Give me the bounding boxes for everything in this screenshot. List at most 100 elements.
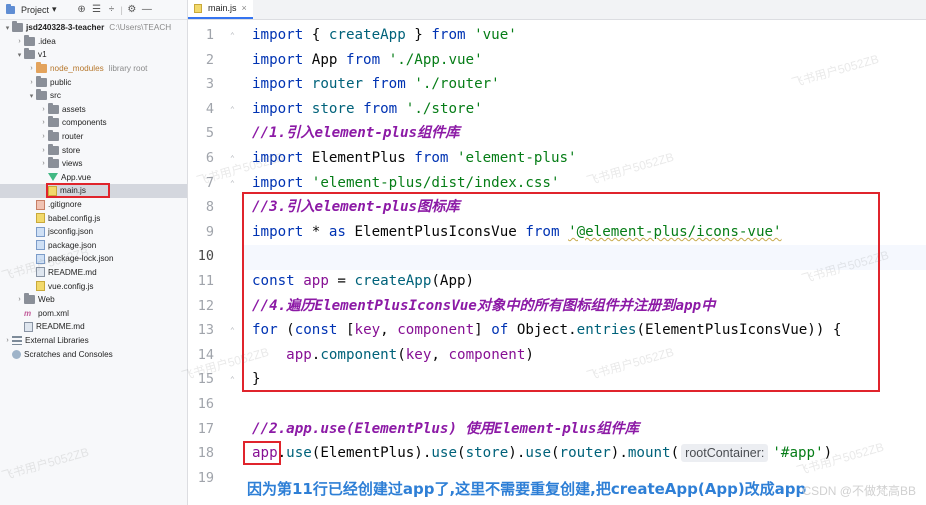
code-token: ] (474, 322, 492, 339)
tree-item[interactable]: › assets (0, 102, 187, 117)
tree-item[interactable]: › Web (0, 293, 187, 307)
tree-item[interactable]: main.js (0, 183, 187, 199)
line-number: 12 (197, 297, 214, 314)
tree-item[interactable]: package-lock.json (0, 252, 187, 266)
chevron-right-icon[interactable]: › (27, 65, 36, 72)
code-token: app (252, 445, 278, 462)
code-token: , (380, 322, 398, 339)
fold-marker-icon[interactable]: ⌃ (230, 105, 235, 114)
chevron-right-icon[interactable]: › (39, 160, 48, 167)
chevron-down-icon[interactable]: ▾ (52, 4, 57, 15)
tree-item-label: .idea (38, 36, 56, 46)
tree-item[interactable]: vue.config.js (0, 279, 187, 293)
tree-item[interactable]: babel.config.js (0, 211, 187, 225)
tree-item[interactable]: App.vue (0, 171, 187, 185)
tree-item-label: v1 (38, 50, 47, 60)
gear-icon[interactable]: ⚙ (126, 4, 138, 15)
code-line: import 'element-plus/dist/index.css' (252, 171, 560, 196)
code-token: import (252, 51, 304, 68)
fold-marker-icon[interactable]: ⌃ (230, 375, 235, 384)
fold-marker-icon[interactable]: ⌃ (230, 179, 235, 188)
folder-icon (48, 143, 59, 155)
tree-item[interactable]: README.md (0, 266, 187, 280)
fold-marker-icon[interactable]: ⌃ (230, 326, 235, 335)
close-icon[interactable]: × (242, 3, 247, 13)
library-folder-icon (36, 62, 47, 74)
tree-item[interactable]: › .idea (0, 34, 187, 49)
expand-all-icon[interactable]: ☰ (91, 4, 103, 15)
tree-item[interactable]: .gitignore (0, 198, 187, 212)
chevron-right-icon[interactable]: › (27, 79, 36, 86)
tree-item-label: Web (38, 295, 55, 305)
tree-item[interactable]: jsconfig.json (0, 225, 187, 239)
hide-panel-icon[interactable]: — (141, 4, 153, 15)
line-number: 1 (205, 27, 214, 43)
tree-item[interactable]: › views (0, 157, 187, 171)
tree-item[interactable]: m pom.xml (0, 306, 187, 320)
code-token: , (431, 346, 449, 363)
code-token: ( (277, 322, 295, 339)
project-tree: ▾ jsd240328-3-teacher C:\Users\TEACH › .idea… (0, 20, 187, 361)
parameter-hint: rootContainer: (681, 444, 769, 463)
tree-item[interactable]: › public (0, 75, 187, 89)
code-token: import (252, 150, 304, 166)
fold-marker-icon[interactable]: ⌃ (230, 31, 235, 40)
project-view-selector[interactable]: Project (21, 5, 49, 15)
code-token: component (320, 346, 398, 363)
code-token: import (252, 174, 304, 191)
tree-item[interactable]: README.md (0, 320, 187, 334)
code-token: Object. (508, 322, 577, 339)
fold-marker-icon[interactable]: ⌃ (230, 154, 235, 163)
locate-icon[interactable]: ⊕ (76, 4, 88, 15)
code-token: [ (337, 322, 355, 339)
tree-item[interactable]: › External Libraries (0, 334, 187, 348)
tree-item[interactable]: ▾ jsd240328-3-teacher C:\Users\TEACH (0, 21, 187, 35)
folder-icon (24, 48, 35, 60)
tree-item[interactable]: ▾ v1 (0, 48, 187, 62)
code-line: app.use(ElementPlus).use(store).use(rout… (252, 441, 832, 466)
tree-item[interactable]: ▾ src (0, 89, 187, 103)
gitignore-file-icon (36, 199, 45, 210)
code-token: ) (525, 346, 534, 363)
maven-file-icon: m (24, 308, 32, 318)
code-token: component (448, 346, 526, 363)
code-token: app (303, 273, 329, 289)
tree-item[interactable]: Scratches and Consoles (0, 347, 187, 361)
tab-main-js[interactable]: main.js × (188, 0, 253, 19)
line-number: 9 (205, 223, 214, 240)
chevron-right-icon[interactable]: › (15, 38, 24, 45)
code-editor[interactable]: import { createApp } from 'vue' import Ap… (242, 20, 926, 505)
code-token: ( (457, 445, 466, 462)
chevron-right-icon[interactable]: › (39, 147, 48, 154)
chevron-right-icon[interactable]: › (39, 119, 48, 126)
code-token: (ElementPlus). (311, 445, 432, 462)
chevron-down-icon[interactable]: ▾ (3, 24, 12, 32)
code-token: router (311, 76, 364, 93)
tree-item-label: jsconfig.json (48, 227, 94, 237)
tree-item[interactable]: › components (0, 116, 187, 130)
tree-item[interactable]: package.json (0, 239, 187, 253)
tree-item-label: package.json (48, 240, 97, 250)
tree-item-label: components (62, 118, 107, 128)
tree-item-label: README.md (48, 267, 97, 277)
code-token: from (345, 51, 381, 68)
tree-item-label: vue.config.js (48, 281, 94, 291)
chevron-right-icon[interactable]: › (15, 296, 24, 303)
line-number: 5 (205, 125, 214, 142)
tree-item[interactable]: › router (0, 130, 187, 144)
tree-item[interactable]: › store (0, 143, 187, 157)
vue-file-icon (48, 173, 58, 182)
code-line: app.component(key, component) (252, 343, 534, 368)
chevron-right-icon[interactable]: › (3, 337, 12, 344)
chevron-right-icon[interactable]: › (39, 106, 48, 113)
collapse-all-icon[interactable]: ÷ (106, 4, 118, 15)
csdn-watermark: CSDN @不做梵高BB (802, 484, 916, 498)
chevron-down-icon[interactable]: ▾ (15, 51, 24, 59)
chevron-down-icon[interactable]: ▾ (27, 92, 36, 100)
chevron-right-icon[interactable]: › (39, 133, 48, 140)
tree-item[interactable]: › node_modules library root (0, 62, 187, 76)
code-line: import router from './router' (252, 72, 500, 97)
